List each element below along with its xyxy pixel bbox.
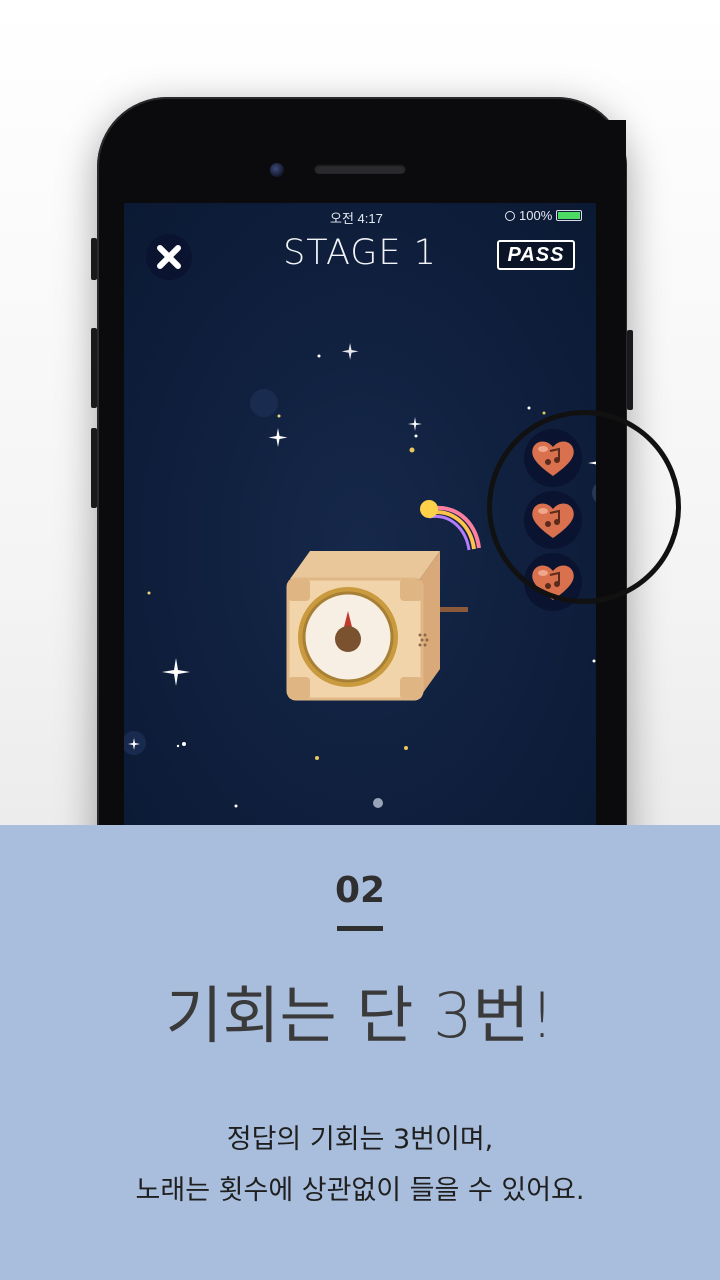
headline: 기회는 단 3번! <box>165 979 555 1052</box>
earpiece-speaker <box>314 164 406 174</box>
music-box-icon[interactable] <box>280 539 480 709</box>
phone-mute-switch <box>91 238 97 280</box>
lives-highlight-circle <box>487 410 681 604</box>
step-underline <box>337 926 383 931</box>
description-line-1: 정답의 기회는 3번이며, <box>226 1124 494 1155</box>
battery-percent: 100% <box>519 208 553 223</box>
pass-button[interactable]: PASS <box>497 240 575 270</box>
orientation-lock-icon <box>505 210 515 221</box>
battery-icon <box>556 210 583 221</box>
battery-indicator: 100% <box>505 208 583 223</box>
status-time: 오전 4:17 <box>330 211 383 226</box>
step-number: 02 <box>334 870 386 911</box>
front-camera <box>270 163 284 177</box>
phone-power-button <box>627 330 633 410</box>
description-line-2: 노래는 횟수에 상관없이 들을 수 있어요. <box>135 1175 585 1206</box>
phone-volume-down <box>91 428 97 508</box>
status-bar: 오전 4:17 100% <box>124 207 596 227</box>
phone-volume-up <box>91 328 97 408</box>
